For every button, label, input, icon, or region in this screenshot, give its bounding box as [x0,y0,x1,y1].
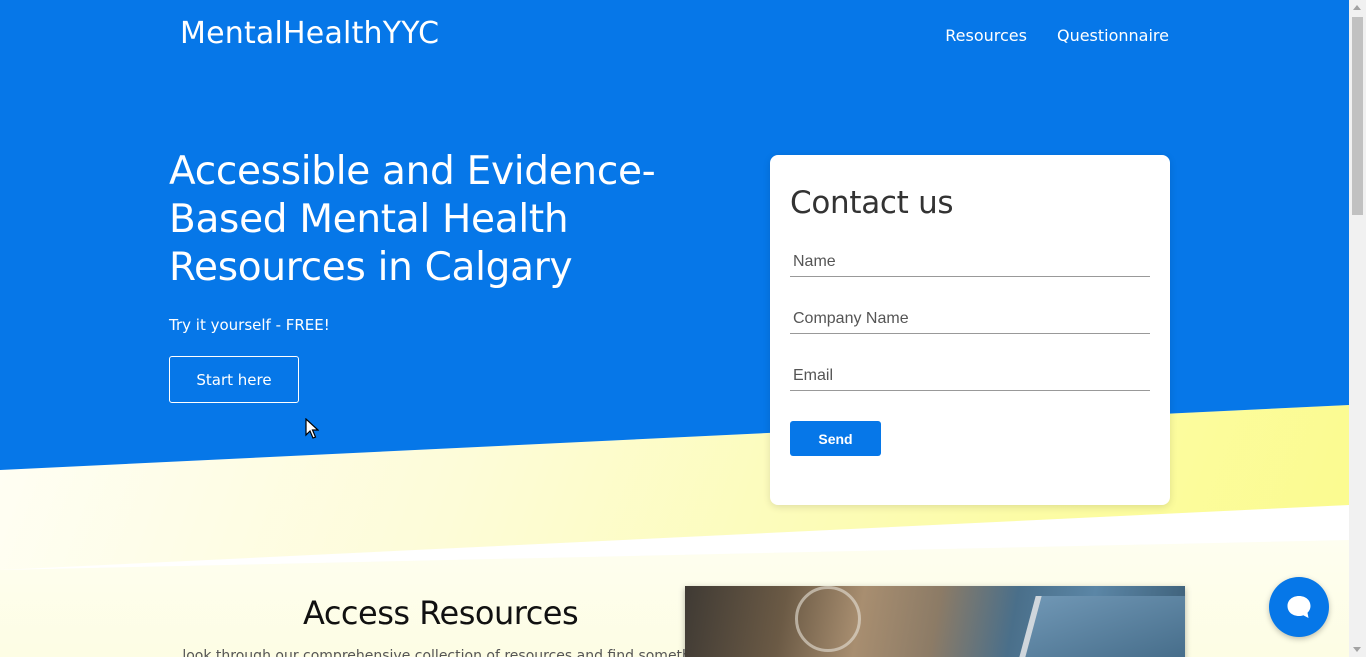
access-resources-title: Access Resources [303,594,579,632]
contact-card: Contact us Send [770,155,1170,505]
scroll-up-icon[interactable] [1353,5,1361,10]
company-name-input[interactable] [790,304,1150,334]
page: MentalHealthYYC Resources Questionnaire … [0,0,1349,657]
top-nav: Resources Questionnaire [945,26,1169,45]
vertical-scrollbar[interactable] [1349,0,1366,657]
scroll-down-icon[interactable] [1353,647,1361,652]
access-resources-text: ...look through our comprehensive collec… [169,648,726,657]
hero-title: Accessible and Evidence-Based Mental Hea… [169,149,656,290]
email-input[interactable] [790,361,1150,391]
brand-logo[interactable]: MentalHealthYYC [180,16,439,51]
nav-link-resources[interactable]: Resources [945,26,1027,45]
start-here-button[interactable]: Start here [169,356,299,403]
name-input[interactable] [790,247,1150,277]
chat-button[interactable] [1269,577,1329,637]
contact-title: Contact us [790,185,954,221]
scrollbar-thumb[interactable] [1352,17,1363,215]
laptop-photo [685,586,1185,657]
mouse-cursor-icon [305,418,319,439]
nav-link-questionnaire[interactable]: Questionnaire [1057,26,1169,45]
chat-bubble-icon [1287,596,1311,618]
send-button[interactable]: Send [790,421,881,456]
hero-subtitle: Try it yourself - FREE! [169,316,330,334]
